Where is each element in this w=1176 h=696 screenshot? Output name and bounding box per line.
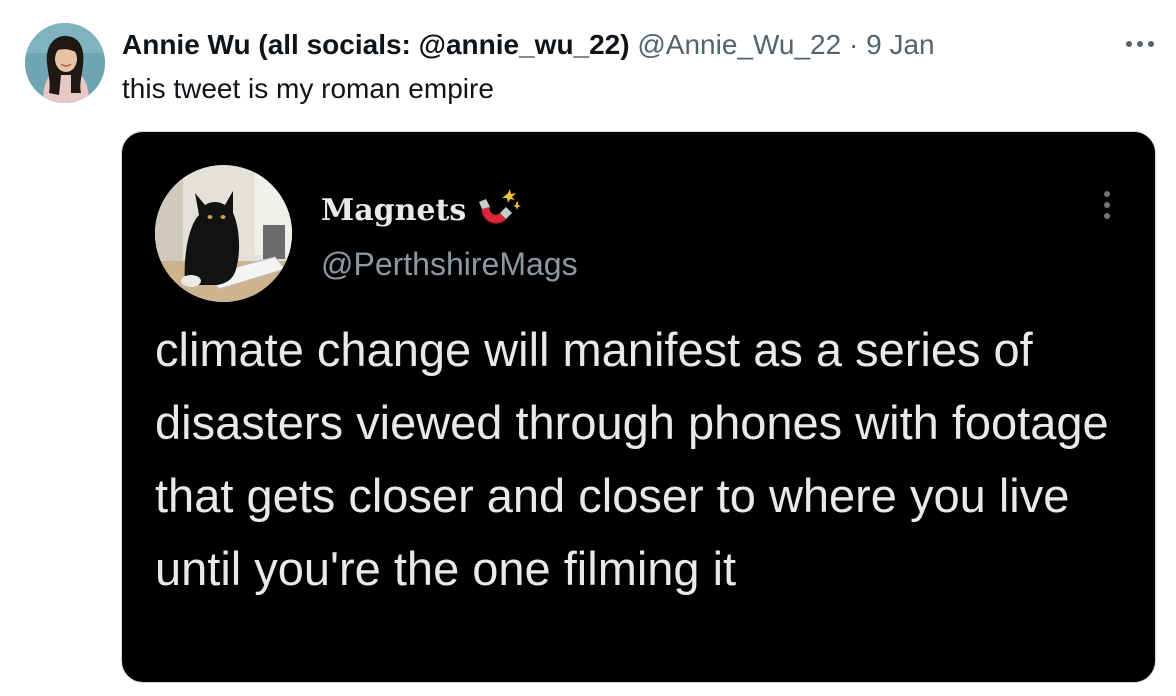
quoted-display-name: Magnets bbox=[321, 192, 467, 228]
avatar-image bbox=[25, 23, 105, 103]
quoted-tweet-text: climate change will manifest as a series… bbox=[155, 323, 1109, 595]
dot bbox=[1104, 213, 1110, 219]
user-handle[interactable]: @Annie_Wu_22 bbox=[637, 29, 841, 60]
quoted-handle: @PerthshireMags bbox=[321, 246, 578, 282]
quoted-tweet-screenshot: Magnets @PerthshireMags climate change w… bbox=[125, 135, 1152, 679]
avatar[interactable] bbox=[25, 23, 105, 103]
tweet-media-image[interactable]: Magnets @PerthshireMags climate change w… bbox=[121, 131, 1156, 683]
dot bbox=[1104, 202, 1110, 208]
more-horizontal-icon[interactable] bbox=[1120, 30, 1160, 58]
dot bbox=[1126, 41, 1132, 47]
dot bbox=[1137, 41, 1143, 47]
dot bbox=[1148, 41, 1154, 47]
tweet-header: Annie Wu (all socials: @annie_wu_22) @An… bbox=[122, 28, 935, 62]
more-vertical-icon bbox=[1097, 185, 1117, 225]
cat-avatar-image bbox=[155, 165, 292, 302]
separator: · bbox=[848, 29, 859, 60]
dot bbox=[1104, 191, 1110, 197]
quoted-avatar bbox=[155, 165, 292, 302]
tweet-text: this tweet is my roman empire bbox=[122, 73, 494, 104]
tweet-date[interactable]: 9 Jan bbox=[866, 29, 935, 60]
tweet: Annie Wu (all socials: @annie_wu_22) @An… bbox=[0, 0, 1176, 696]
display-name[interactable]: Annie Wu (all socials: @annie_wu_22) bbox=[122, 29, 630, 60]
magnet-icon bbox=[478, 187, 522, 234]
quoted-display-name-row: Magnets bbox=[321, 187, 522, 234]
